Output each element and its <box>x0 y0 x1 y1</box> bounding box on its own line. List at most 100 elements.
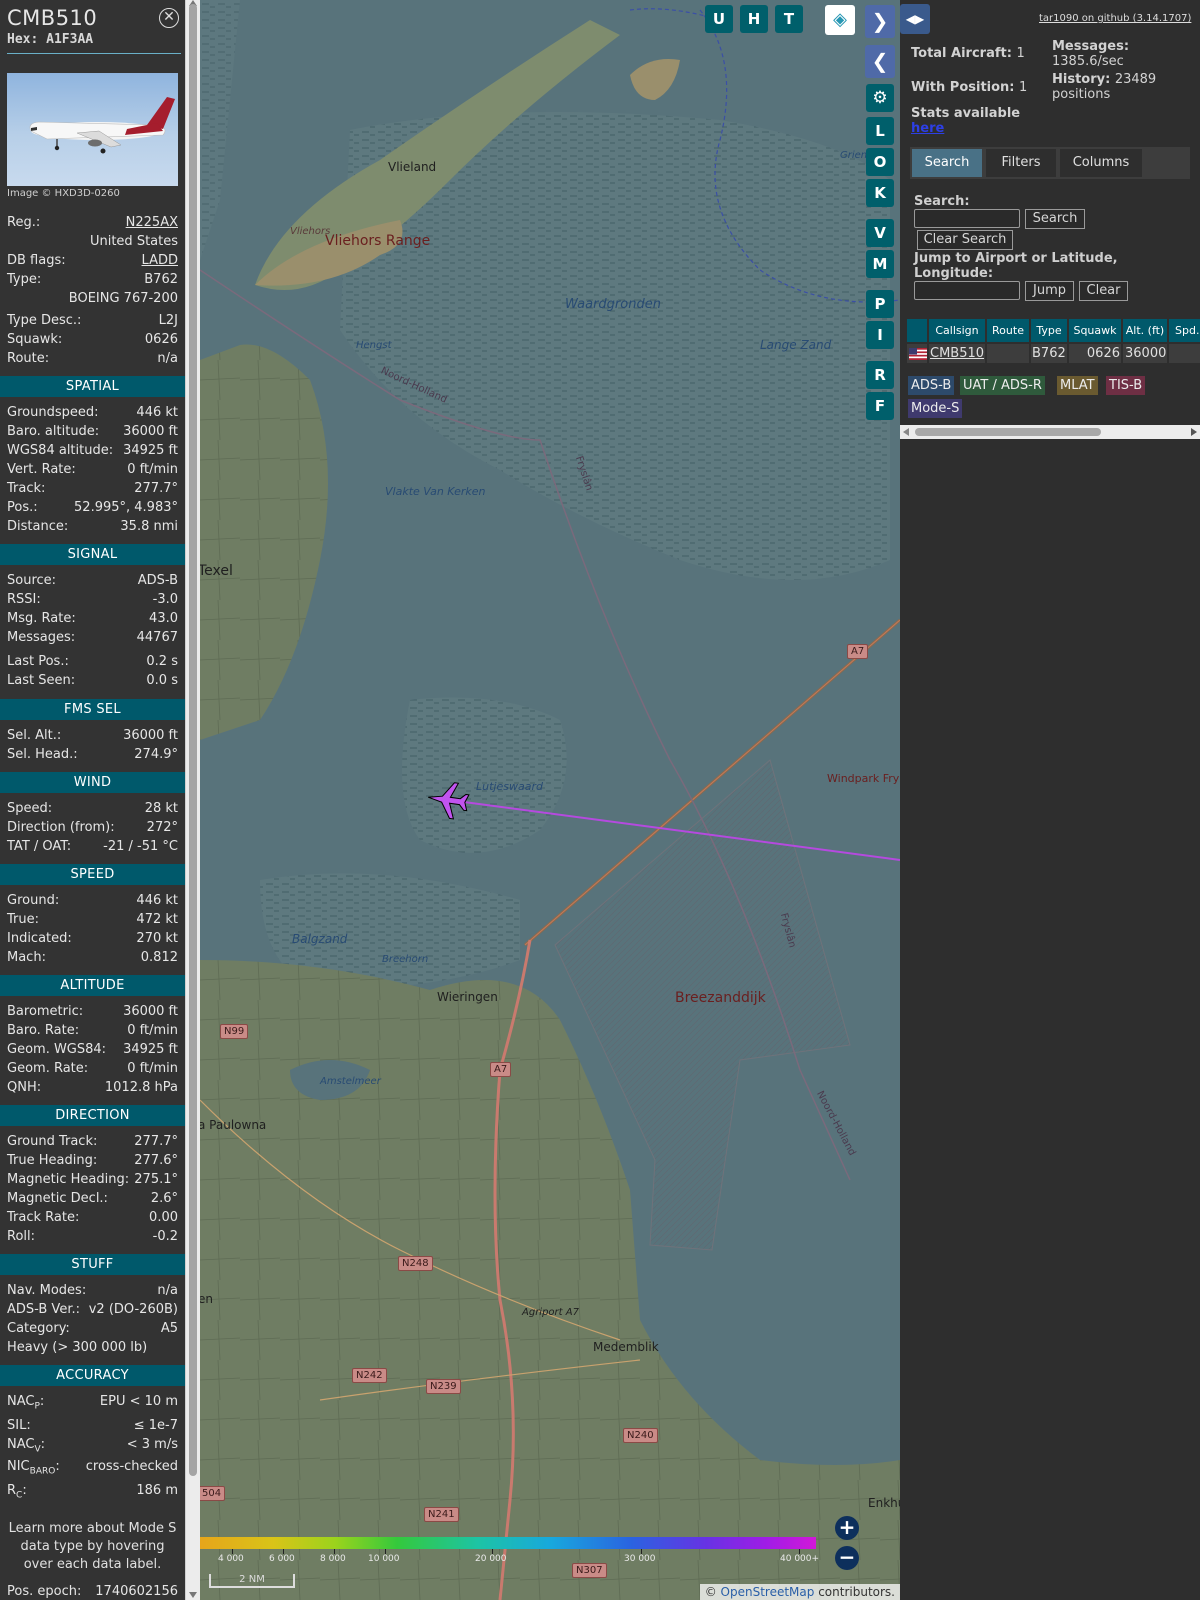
info-row: WGS84 altitude: 34925 ft <box>7 443 178 458</box>
toolbar-v-button[interactable]: V <box>866 219 894 247</box>
close-icon[interactable]: ✕ <box>159 8 179 28</box>
toolbar-k-button[interactable]: K <box>866 179 894 207</box>
table-header[interactable]: Squawk <box>1069 319 1121 342</box>
reg-link[interactable]: N225AX <box>126 213 178 232</box>
table-cell-callsign[interactable]: CMB510 <box>929 344 985 363</box>
jump-label: Jump to Airport or Latitude, Longitude: <box>914 251 1118 281</box>
prev-aircraft-button[interactable]: ❮ <box>865 45 895 78</box>
total-aircraft-stat: Total Aircraft: 1 <box>911 46 1025 61</box>
toolbar-r-button[interactable]: R <box>866 361 894 389</box>
table-cell-route <box>987 344 1029 363</box>
colorbar-label: 10 000 <box>368 1554 400 1564</box>
osm-link[interactable]: OpenStreetMap <box>721 1585 815 1599</box>
map-base-layer <box>200 0 900 1600</box>
section-spatial[interactable]: SPATIAL <box>0 376 185 397</box>
table-header[interactable]: Type <box>1031 319 1067 342</box>
table-header[interactable]: Callsign <box>929 319 985 342</box>
scroll-right-icon[interactable] <box>1191 428 1197 436</box>
map-view[interactable]: Vlieland Vliehors Range Vliehors Waardgr… <box>200 0 900 1600</box>
section-stuff[interactable]: STUFF <box>0 1254 185 1275</box>
info-row: Ground: 446 kt <box>7 893 178 908</box>
table-cell-type: B762 <box>1031 344 1067 363</box>
table-header[interactable]: Alt. (ft) <box>1123 319 1167 342</box>
clear-search-button[interactable]: Clear Search <box>917 230 1013 250</box>
map-label: Vliehors <box>290 226 331 237</box>
selected-callsign: CMB510 <box>7 6 98 30</box>
map-label: Amstelmeer <box>320 1076 381 1087</box>
dbflags-link[interactable]: LADD <box>142 251 178 270</box>
map-label: Agriport A7 <box>522 1307 579 1318</box>
legend-adsb: ADS-B <box>908 376 955 395</box>
info-row: Msg. Rate: 43.0 <box>7 611 178 626</box>
info-row: Sel. Alt.: 36000 ft <box>7 728 178 743</box>
info-row: TAT / OAT: -21 / -51 °C <box>7 839 178 854</box>
section-wind[interactable]: WIND <box>0 772 185 793</box>
map-label: Enkhu <box>868 1496 900 1510</box>
type-row: Type: B762 <box>7 272 178 287</box>
clear-jump-button[interactable]: Clear <box>1079 281 1128 301</box>
info-note: Learn more about Mode S data type by hov… <box>8 1521 177 1572</box>
chevron-left-icon: ❮ <box>871 49 889 73</box>
toolbar-f-button[interactable]: F <box>866 392 894 420</box>
toolbar-l-button[interactable]: L <box>866 117 894 145</box>
info-row: Speed: 28 kt <box>7 801 178 816</box>
table-header[interactable]: Route <box>987 319 1029 342</box>
tab-columns[interactable]: Columns <box>1060 149 1142 177</box>
toggle-sidebar-button[interactable]: ◀▶ <box>900 4 930 34</box>
info-panel-scrollbar[interactable] <box>185 0 200 1600</box>
country-row: United States <box>89 234 178 249</box>
tab-filters[interactable]: Filters <box>986 149 1056 177</box>
legend-uat: UAT / ADS-R <box>960 376 1045 395</box>
aircraft-photo[interactable] <box>7 73 178 186</box>
info-row: Direction (from): 272° <box>7 820 178 835</box>
map-label: Balgzand <box>292 932 348 946</box>
map-label: Texel <box>200 563 233 579</box>
section-fms[interactable]: FMS SEL <box>0 699 185 720</box>
table-horizontal-scrollbar[interactable] <box>900 425 1200 439</box>
next-aircraft-button[interactable]: ❯ <box>865 5 895 38</box>
table-cell-altitude: 36000 <box>1123 344 1167 363</box>
info-row: Source: ADS-B <box>7 573 178 588</box>
settings-gear-icon[interactable]: ⚙ <box>866 84 894 112</box>
jump-input[interactable] <box>914 281 1020 300</box>
squawk-row: Squawk: 0626 <box>7 332 178 347</box>
road-shield: 504 <box>200 1486 226 1501</box>
zoom-out-button[interactable]: − <box>835 1546 859 1570</box>
toolbar-u-button[interactable]: U <box>705 5 733 33</box>
table-cell-squawk: 0626 <box>1069 344 1121 363</box>
search-input[interactable] <box>914 209 1020 228</box>
tab-search[interactable]: Search <box>912 149 982 177</box>
info-row: True Heading: 277.6° <box>7 1153 178 1168</box>
toolbar-h-button[interactable]: H <box>740 5 768 33</box>
section-direction[interactable]: DIRECTION <box>0 1105 185 1126</box>
github-link[interactable]: tar1090 on github (3.14.1707) <box>1039 13 1191 24</box>
section-altitude[interactable]: ALTITUDE <box>0 975 185 996</box>
info-row: Pos.: 52.995°, 4.983° <box>7 500 178 515</box>
map-label: Lange Zand <box>760 338 832 352</box>
search-button[interactable]: Search <box>1025 209 1085 229</box>
info-row: Heavy (> 300 000 lb) <box>7 1340 148 1355</box>
map-label: Hengst <box>356 340 392 351</box>
section-speed[interactable]: SPEED <box>0 864 185 885</box>
table-header[interactable]: Spd. <box>1169 319 1200 342</box>
zoom-in-button[interactable]: + <box>835 1516 859 1540</box>
toolbar-t-button[interactable]: T <box>775 5 803 33</box>
pos-epoch-row: Pos. epoch: 1740602156 <box>7 1584 178 1599</box>
map-label: a Paulowna <box>200 1118 267 1132</box>
toolbar-o-button[interactable]: O <box>866 148 894 176</box>
scroll-down-icon[interactable] <box>189 1592 197 1598</box>
section-accuracy[interactable]: ACCURACY <box>0 1365 185 1386</box>
toolbar-i-button[interactable]: I <box>866 321 894 349</box>
jump-button[interactable]: Jump <box>1025 281 1074 301</box>
info-row: Geom. Rate: 0 ft/min <box>7 1061 178 1076</box>
road-shield: N239 <box>426 1379 461 1394</box>
info-row: Baro. altitude: 36000 ft <box>7 424 178 439</box>
stats-link[interactable]: here <box>911 121 944 136</box>
scrollbar-thumb[interactable] <box>915 428 1101 436</box>
scrollbar-thumb[interactable] <box>189 4 197 1476</box>
section-signal[interactable]: SIGNAL <box>0 544 185 565</box>
scroll-left-icon[interactable] <box>903 428 909 436</box>
toolbar-m-button[interactable]: M <box>866 250 894 278</box>
layers-icon[interactable]: ◈ <box>825 5 855 35</box>
toolbar-p-button[interactable]: P <box>866 290 894 318</box>
